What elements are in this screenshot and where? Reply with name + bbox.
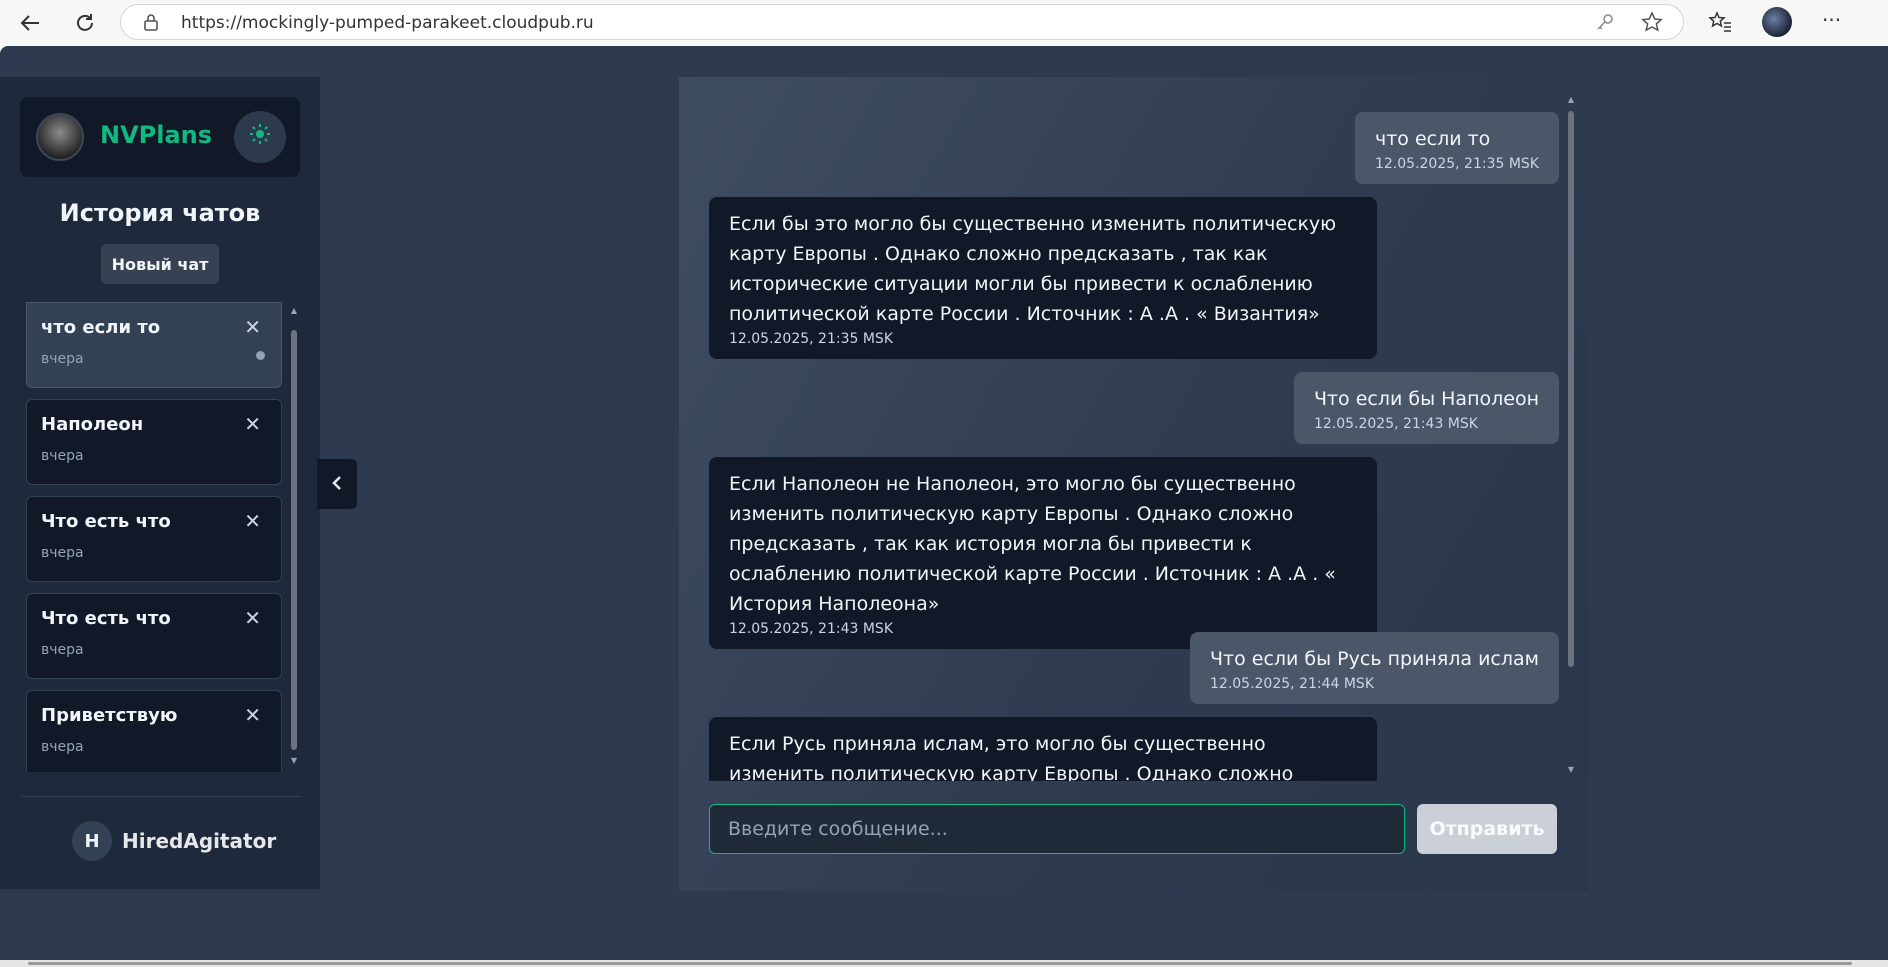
message-text: Что если бы Русь приняла ислам [1210,648,1539,670]
close-icon[interactable]: ✕ [244,315,261,339]
scrollbar-thumb[interactable] [28,962,1852,965]
chat-panel: что если то 12.05.2025, 21:35 MSK Если б… [679,77,1588,891]
horizontal-scrollbar[interactable] [0,960,1888,967]
message-time: 12.05.2025, 21:35 MSK [1374,156,1539,172]
key-icon[interactable] [1595,12,1615,32]
chevron-left-icon [330,472,344,496]
collapse-sidebar-button[interactable] [317,459,357,509]
lock-icon[interactable] [143,13,159,31]
star-icon[interactable] [1641,11,1663,33]
message-list: что если то 12.05.2025, 21:35 MSK Если б… [679,77,1559,781]
user-message: что если то 12.05.2025, 21:35 MSK [1354,112,1559,184]
new-chat-button[interactable]: Новый чат [101,244,219,284]
sidebar-divider [22,796,300,797]
url-text[interactable]: https://mockingly-pumped-parakeet.cloudp… [181,13,594,33]
profile-avatar[interactable] [1762,7,1792,37]
close-icon[interactable]: ✕ [244,703,261,727]
chat-item[interactable]: Наполеон вчера ✕ [26,399,282,485]
history-title: История чатов [59,199,261,227]
theme-toggle-button[interactable] [234,111,286,163]
brand-name: NVPlans [100,121,213,149]
chat-date: вчера [41,545,84,561]
user-name[interactable]: HiredAgitator [122,829,276,853]
sun-icon [249,123,271,151]
back-icon[interactable] [15,8,45,38]
user-message: Что если бы Русь приняла ислам 12.05.202… [1190,632,1559,704]
message-text: Что если бы Наполеон [1313,388,1539,410]
chat-title: что если то [41,317,161,338]
message-text: Если бы это могло бы существенно изменит… [729,213,1337,325]
chat-title: Наполеон [41,414,144,435]
favorites-icon[interactable] [1708,11,1732,33]
message-input[interactable] [710,805,1404,853]
more-icon[interactable]: ··· [1822,8,1841,32]
scroll-down-icon[interactable]: ▼ [290,756,298,765]
chat-item[interactable]: что если то вчера ✕ [26,302,282,388]
chat-item[interactable]: Приветствую вчера ✕ [26,690,282,772]
message-time: 12.05.2025, 21:44 MSK [1210,676,1375,692]
message-text: Если Наполеон не Наполеон, это могло бы … [729,473,1336,615]
bot-message: Если Русь приняла ислам, это могло бы су… [709,717,1377,781]
message-input-wrapper [709,804,1405,854]
scroll-up-icon[interactable]: ▲ [1567,95,1575,104]
scroll-down-icon[interactable]: ▼ [1567,765,1575,774]
chat-title: Что есть что [41,608,171,629]
close-icon[interactable]: ✕ [244,412,261,436]
bot-message: Если Наполеон не Наполеон, это могло бы … [709,457,1377,649]
message-time: 12.05.2025, 21:43 MSK [1313,416,1478,432]
sidebar-scrollbar[interactable]: ▲ ▼ [290,306,298,766]
send-button[interactable]: Отправить [1417,804,1557,854]
message-text: что если то [1374,128,1491,150]
browser-toolbar: https://mockingly-pumped-parakeet.cloudp… [0,0,1888,46]
bot-message: Если бы это могло бы существенно изменит… [709,197,1377,359]
brand-avatar [36,113,84,161]
chat-date: вчера [41,642,84,658]
refresh-icon[interactable] [70,8,100,38]
brand-card: NVPlans [20,97,300,177]
user-message: Что если бы Наполеон 12.05.2025, 21:43 M… [1293,372,1559,444]
chat-title: Что есть что [41,511,171,532]
scrollbar-thumb[interactable] [1568,111,1574,667]
user-avatar[interactable]: H [72,821,112,861]
scrollbar-thumb[interactable] [291,330,297,750]
chat-date: вчера [41,351,84,367]
chat-scrollbar[interactable]: ▲ ▼ [1567,95,1575,777]
message-time: 12.05.2025, 21:35 MSK [729,331,894,347]
chat-history-list: что если то вчера ✕ Наполеон вчера ✕ Что… [26,302,282,772]
chat-item[interactable]: Что есть что вчера ✕ [26,496,282,582]
chat-title: Приветствую [41,705,178,726]
chat-date: вчера [41,448,84,464]
active-indicator [256,351,265,360]
address-bar[interactable]: https://mockingly-pumped-parakeet.cloudp… [120,4,1684,40]
close-icon[interactable]: ✕ [244,509,261,533]
close-icon[interactable]: ✕ [244,606,261,630]
message-text: Если Русь приняла ислам, это могло бы су… [729,733,1294,781]
chat-item[interactable]: Что есть что вчера ✕ [26,593,282,679]
sidebar: NVPlans История чатов Новый чат что если… [0,77,320,889]
scroll-up-icon[interactable]: ▲ [290,306,298,315]
chat-date: вчера [41,739,84,755]
